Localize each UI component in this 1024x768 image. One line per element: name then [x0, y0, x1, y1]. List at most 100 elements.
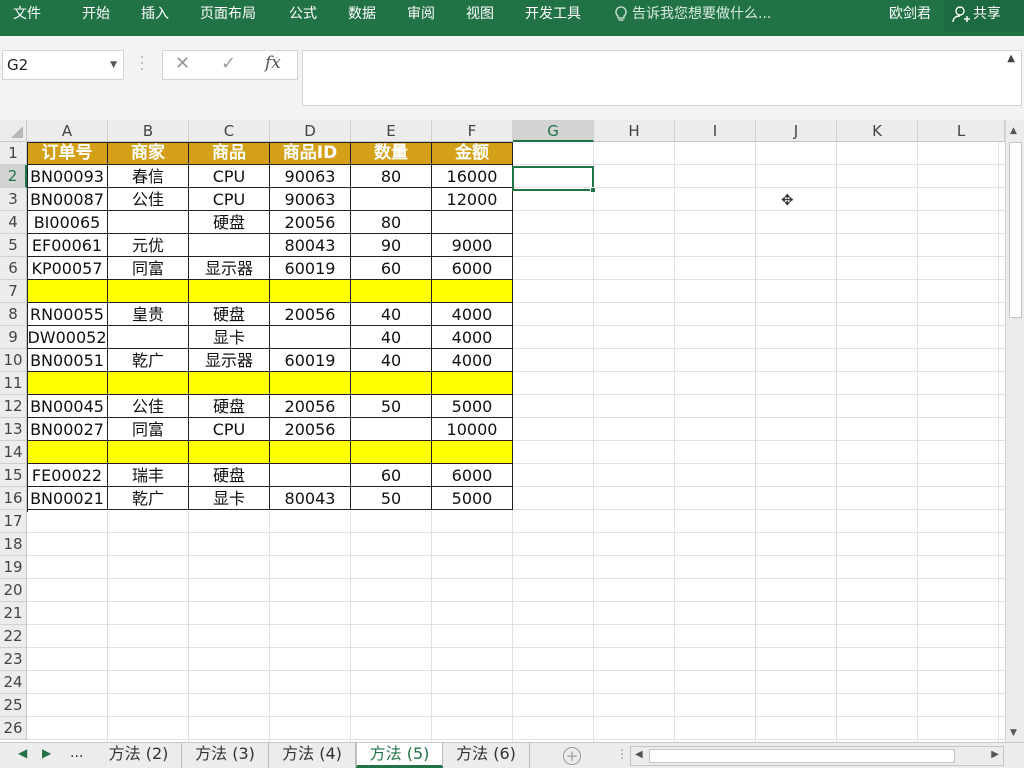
table-cell[interactable]: 60019: [270, 257, 351, 280]
select-all-button[interactable]: [0, 120, 27, 142]
table-cell[interactable]: 公佳: [108, 395, 189, 418]
table-cell[interactable]: 6000: [432, 464, 513, 487]
table-header-cell[interactable]: 数量: [351, 142, 432, 165]
table-cell[interactable]: 40: [351, 326, 432, 349]
column-header[interactable]: D: [270, 120, 351, 142]
row-header[interactable]: 9: [0, 326, 27, 349]
table-cell[interactable]: 春信: [108, 165, 189, 188]
table-cell[interactable]: 4000: [432, 326, 513, 349]
name-box[interactable]: G2 ▼: [2, 50, 124, 80]
table-cell[interactable]: 50: [351, 395, 432, 418]
ribbon-tab-home[interactable]: 开始: [82, 0, 110, 36]
table-cell[interactable]: FE00022: [27, 464, 108, 487]
table-cell[interactable]: [270, 441, 351, 464]
table-cell[interactable]: BN00051: [27, 349, 108, 372]
table-cell[interactable]: [432, 372, 513, 395]
table-cell[interactable]: EF00061: [27, 234, 108, 257]
column-header[interactable]: L: [918, 120, 1005, 142]
table-cell[interactable]: 80: [351, 211, 432, 234]
vertical-scroll-thumb[interactable]: [1009, 142, 1022, 318]
ribbon-tab-file[interactable]: 文件: [13, 0, 41, 36]
row-header[interactable]: 22: [0, 625, 27, 648]
table-cell[interactable]: 显示器: [189, 349, 270, 372]
table-cell[interactable]: [270, 326, 351, 349]
ribbon-tab-view[interactable]: 视图: [466, 0, 494, 36]
next-sheet-icon[interactable]: ▶: [42, 746, 51, 760]
row-header[interactable]: 19: [0, 556, 27, 579]
table-cell[interactable]: [351, 372, 432, 395]
table-cell[interactable]: 元优: [108, 234, 189, 257]
table-cell[interactable]: 硬盘: [189, 464, 270, 487]
ribbon-tab-page-layout[interactable]: 页面布局: [200, 0, 256, 36]
cancel-icon[interactable]: ✕: [175, 53, 190, 74]
table-cell[interactable]: BN00021: [27, 487, 108, 510]
table-cell[interactable]: [108, 441, 189, 464]
table-cell[interactable]: 硬盘: [189, 211, 270, 234]
ribbon-tab-developer[interactable]: 开发工具: [525, 0, 581, 36]
table-cell[interactable]: 显示器: [189, 257, 270, 280]
column-header[interactable]: C: [189, 120, 270, 142]
table-cell[interactable]: 80043: [270, 234, 351, 257]
table-cell[interactable]: 20056: [270, 303, 351, 326]
tab-splitter-icon[interactable]: ⋮: [616, 747, 628, 761]
table-cell[interactable]: 4000: [432, 303, 513, 326]
chevron-down-icon[interactable]: ▼: [110, 51, 117, 79]
prev-sheet-icon[interactable]: ◀: [18, 746, 27, 760]
table-header-cell[interactable]: 金额: [432, 142, 513, 165]
sheet-tab[interactable]: 方法 (6): [443, 743, 530, 768]
column-header[interactable]: H: [594, 120, 675, 142]
table-cell[interactable]: BN00027: [27, 418, 108, 441]
table-cell[interactable]: [108, 372, 189, 395]
row-header[interactable]: 18: [0, 533, 27, 556]
table-cell[interactable]: BN00045: [27, 395, 108, 418]
table-cell[interactable]: 乾广: [108, 349, 189, 372]
vertical-scrollbar[interactable]: ▲ ▼: [1005, 120, 1024, 742]
column-header[interactable]: B: [108, 120, 189, 142]
table-cell[interactable]: 皇贵: [108, 303, 189, 326]
share-button[interactable]: 共享: [944, 0, 1024, 32]
table-header-cell[interactable]: 商家: [108, 142, 189, 165]
ribbon-tab-insert[interactable]: 插入: [141, 0, 169, 36]
ribbon-tab-formulas[interactable]: 公式: [289, 0, 317, 36]
insert-function-icon[interactable]: fx: [265, 53, 281, 73]
row-header[interactable]: 13: [0, 418, 27, 441]
tell-me-search[interactable]: 告诉我您想要做什么...: [614, 0, 771, 36]
table-cell[interactable]: 40: [351, 303, 432, 326]
fill-handle[interactable]: [590, 187, 596, 193]
table-cell[interactable]: [270, 464, 351, 487]
table-cell[interactable]: [270, 372, 351, 395]
column-header[interactable]: E: [351, 120, 432, 142]
table-cell[interactable]: RN00055: [27, 303, 108, 326]
table-cell[interactable]: 40: [351, 349, 432, 372]
sheet-tab[interactable]: 方法 (2): [96, 743, 182, 768]
table-cell[interactable]: DW00052: [27, 326, 108, 349]
table-cell[interactable]: [189, 372, 270, 395]
table-cell[interactable]: 4000: [432, 349, 513, 372]
row-header[interactable]: 3: [0, 188, 27, 211]
table-cell[interactable]: [189, 441, 270, 464]
row-header[interactable]: 12: [0, 395, 27, 418]
enter-icon[interactable]: ✓: [221, 53, 236, 74]
table-cell[interactable]: 9000: [432, 234, 513, 257]
scroll-up-icon[interactable]: ▲: [1010, 126, 1017, 136]
table-cell[interactable]: 80: [351, 165, 432, 188]
table-cell[interactable]: 90: [351, 234, 432, 257]
horizontal-scroll-thumb[interactable]: [649, 749, 955, 763]
table-cell[interactable]: [351, 188, 432, 211]
table-cell[interactable]: KP00057: [27, 257, 108, 280]
row-header[interactable]: 8: [0, 303, 27, 326]
drag-handle-icon[interactable]: · · ·: [140, 52, 144, 77]
table-cell[interactable]: CPU: [189, 418, 270, 441]
table-cell[interactable]: 硬盘: [189, 395, 270, 418]
row-header[interactable]: 25: [0, 694, 27, 717]
row-header[interactable]: 1: [0, 142, 27, 165]
row-header[interactable]: 11: [0, 372, 27, 395]
table-cell[interactable]: BN00087: [27, 188, 108, 211]
table-cell[interactable]: [432, 211, 513, 234]
column-header[interactable]: A: [27, 120, 108, 142]
sheet-tab-active[interactable]: 方法 (5): [356, 743, 443, 768]
row-header[interactable]: 2: [0, 165, 27, 188]
table-cell[interactable]: 显卡: [189, 487, 270, 510]
column-header[interactable]: G: [513, 120, 594, 142]
table-cell[interactable]: [108, 280, 189, 303]
